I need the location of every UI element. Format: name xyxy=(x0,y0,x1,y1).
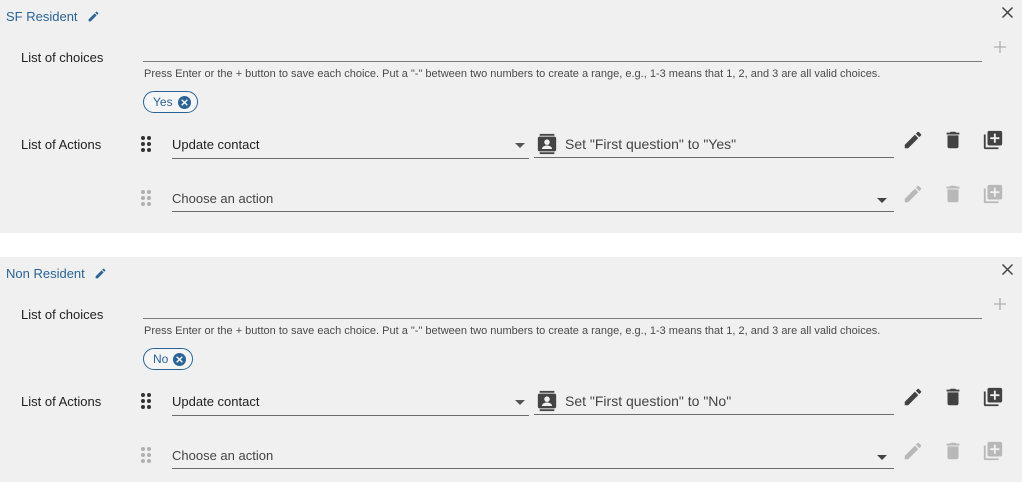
pencil-icon[interactable] xyxy=(87,10,100,23)
action-type-value: Update contact xyxy=(172,394,260,409)
branch-card-non-resident: Non Resident List of choices Press Enter… xyxy=(0,257,1022,482)
card-divider xyxy=(0,233,1022,257)
chip-label: Yes xyxy=(153,95,173,109)
chevron-down-icon xyxy=(877,455,887,460)
contact-icon xyxy=(537,390,557,411)
pencil-icon xyxy=(904,185,922,203)
choice-chip: No xyxy=(143,348,194,370)
choices-hint: Press Enter or the + button to save each… xyxy=(144,325,881,337)
trash-icon[interactable] xyxy=(942,386,964,408)
pencil-icon[interactable] xyxy=(902,386,924,408)
branch-title-row: Non Resident xyxy=(6,264,107,282)
chip-label: No xyxy=(153,352,169,366)
plus-icon[interactable] xyxy=(992,296,1008,312)
contact-icon xyxy=(537,133,557,154)
action-summary-field[interactable]: Set "First question" to "No" xyxy=(534,387,894,415)
action-summary-text: Set "First question" to "No" xyxy=(565,392,732,409)
add-box-icon[interactable] xyxy=(982,386,1004,408)
action-type-select[interactable]: Update contact xyxy=(172,133,529,159)
pencil-icon[interactable] xyxy=(902,129,924,151)
branch-title: Non Resident xyxy=(6,265,85,281)
list-of-choices-label: List of choices xyxy=(21,50,104,65)
choices-input[interactable] xyxy=(143,61,982,62)
close-icon[interactable] xyxy=(1000,262,1015,277)
remove-chip-icon[interactable] xyxy=(173,352,187,366)
drag-handle-icon[interactable] xyxy=(140,135,152,153)
add-box-icon xyxy=(983,184,1003,204)
drag-handle-icon[interactable] xyxy=(140,392,152,410)
branch-title-row: SF Resident xyxy=(6,7,100,25)
action-type-value: Update contact xyxy=(172,137,260,152)
trash-icon xyxy=(946,185,960,203)
remove-chip-icon[interactable] xyxy=(177,95,191,109)
list-of-choices-label: List of choices xyxy=(21,307,104,322)
chevron-down-icon xyxy=(515,143,525,148)
add-box-icon xyxy=(983,441,1003,461)
choice-chip: Yes xyxy=(143,91,198,113)
drag-handle-icon xyxy=(141,190,151,206)
action-summary-field[interactable]: Set "First question" to "Yes" xyxy=(534,130,894,158)
choose-action-placeholder: Choose an action xyxy=(172,191,274,206)
trash-icon xyxy=(946,442,960,460)
list-of-actions-label: List of Actions xyxy=(21,394,102,409)
choose-action-select[interactable]: Choose an action xyxy=(172,443,894,469)
add-box-icon[interactable] xyxy=(982,129,1004,151)
plus-icon[interactable] xyxy=(992,39,1008,55)
action-type-select[interactable]: Update contact xyxy=(172,390,529,416)
action-summary-text: Set "First question" to "Yes" xyxy=(565,135,737,152)
pencil-icon xyxy=(904,442,922,460)
choose-action-placeholder: Choose an action xyxy=(172,448,274,463)
choices-input[interactable] xyxy=(143,318,982,319)
chevron-down-icon xyxy=(877,198,887,203)
pencil-icon[interactable] xyxy=(94,267,107,280)
trash-icon[interactable] xyxy=(942,129,964,151)
choices-hint: Press Enter or the + button to save each… xyxy=(144,68,881,80)
drag-handle-icon xyxy=(141,447,151,463)
choose-action-select[interactable]: Choose an action xyxy=(172,186,894,212)
chevron-down-icon xyxy=(515,400,525,405)
branch-card-sf-resident: SF Resident List of choices Press Enter … xyxy=(0,0,1022,233)
branch-title: SF Resident xyxy=(6,8,78,24)
close-icon[interactable] xyxy=(1000,5,1015,20)
list-of-actions-label: List of Actions xyxy=(21,137,102,152)
